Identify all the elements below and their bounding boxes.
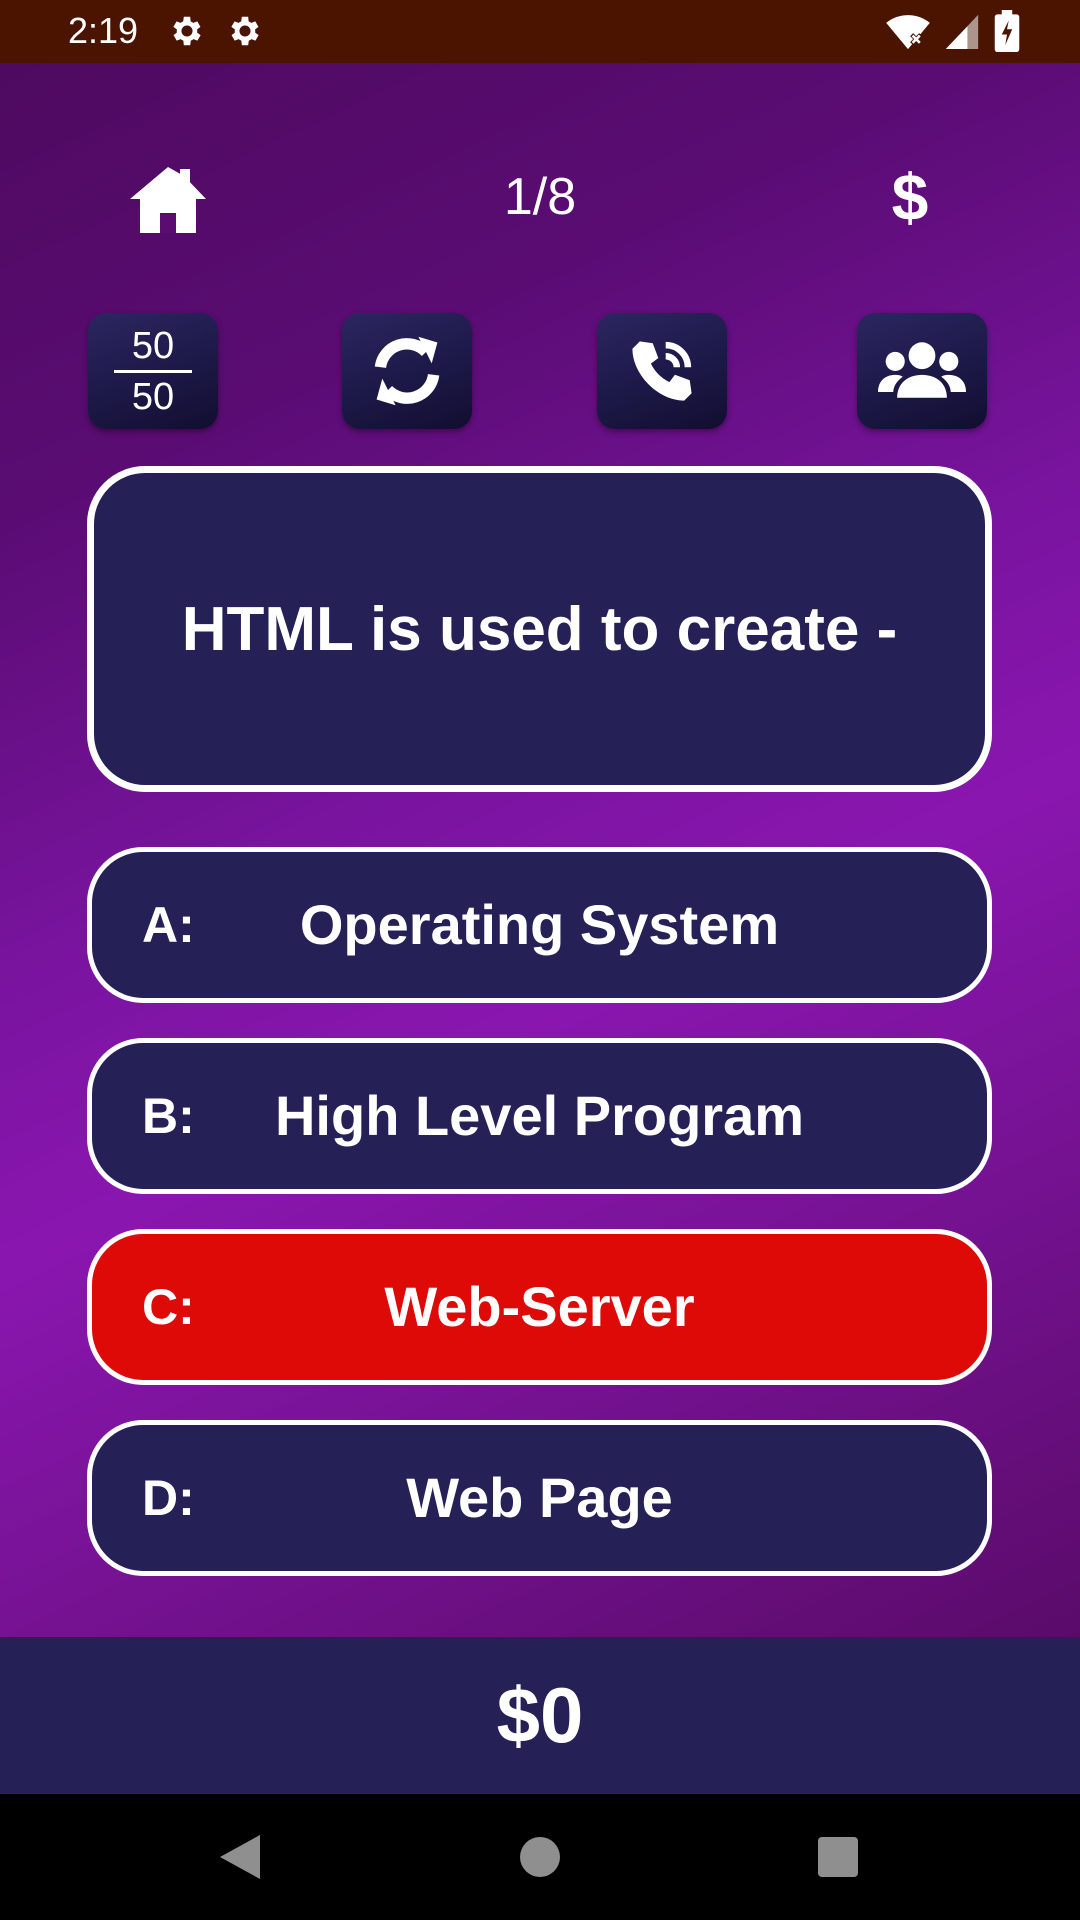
- recents-icon: [818, 1837, 858, 1877]
- fifty-bottom-label: 50: [131, 375, 175, 418]
- recents-button[interactable]: [778, 1794, 898, 1920]
- answer-option-a[interactable]: Operating System A:: [87, 847, 992, 1003]
- signal-icon: [945, 14, 979, 50]
- status-time: 2:19: [68, 10, 139, 51]
- back-icon: [220, 1835, 260, 1879]
- home-nav-button[interactable]: [480, 1794, 600, 1920]
- home-icon[interactable]: [128, 163, 208, 235]
- question-progress: 1/8: [503, 168, 577, 226]
- lifelines-row: 50 50: [0, 313, 1080, 433]
- fifty-divider: [114, 369, 192, 373]
- answer-text: Operating System: [299, 893, 780, 956]
- answer-text: Web-Server: [384, 1275, 695, 1338]
- answer-option-c[interactable]: Web-Server C:: [87, 1229, 992, 1385]
- status-icons: [886, 10, 1020, 52]
- battery-icon: [994, 10, 1020, 52]
- fifty-fifty-icon: 50 50: [114, 325, 192, 418]
- answer-letter: B:: [142, 1088, 195, 1144]
- answer-text: High Level Program: [274, 1084, 805, 1147]
- prize-list-button[interactable]: $: [880, 157, 940, 237]
- question-text: HTML is used to create -: [181, 594, 898, 664]
- fifty-fifty-button[interactable]: 50 50: [88, 313, 218, 429]
- answer-option-b[interactable]: High Level Program B:: [87, 1038, 992, 1194]
- swap-question-icon: [374, 336, 440, 406]
- game-screen: 2:19 1/8 $ 50 50 HTML is used to create …: [0, 0, 1080, 1920]
- current-prize: $0: [0, 1637, 1080, 1794]
- phone-a-friend-button[interactable]: [597, 313, 727, 429]
- swap-question-button[interactable]: [342, 313, 472, 429]
- question-card: HTML is used to create -: [87, 466, 992, 792]
- wifi-icon: [886, 15, 930, 50]
- ask-audience-icon: [878, 342, 966, 398]
- answer-text: Web Page: [406, 1466, 673, 1529]
- answer-letter: C:: [142, 1279, 195, 1335]
- gear-icon: [231, 16, 259, 46]
- fifty-top-label: 50: [131, 324, 175, 367]
- gear-icon: [173, 16, 201, 46]
- navigation-bar: [0, 1794, 1080, 1920]
- home-circle-icon: [520, 1837, 560, 1877]
- top-bar: 1/8 $: [0, 143, 1080, 253]
- phone-a-friend-icon: [632, 341, 692, 401]
- answer-letter: D:: [142, 1470, 195, 1526]
- ask-audience-button[interactable]: [857, 313, 987, 429]
- status-bar: 2:19: [0, 0, 1080, 63]
- answer-letter: A:: [142, 897, 195, 953]
- game-area: 1/8 $ 50 50 HTML is used to create - Ope…: [0, 63, 1080, 1637]
- answer-option-d[interactable]: Web Page D:: [87, 1420, 992, 1576]
- back-button[interactable]: [180, 1794, 300, 1920]
